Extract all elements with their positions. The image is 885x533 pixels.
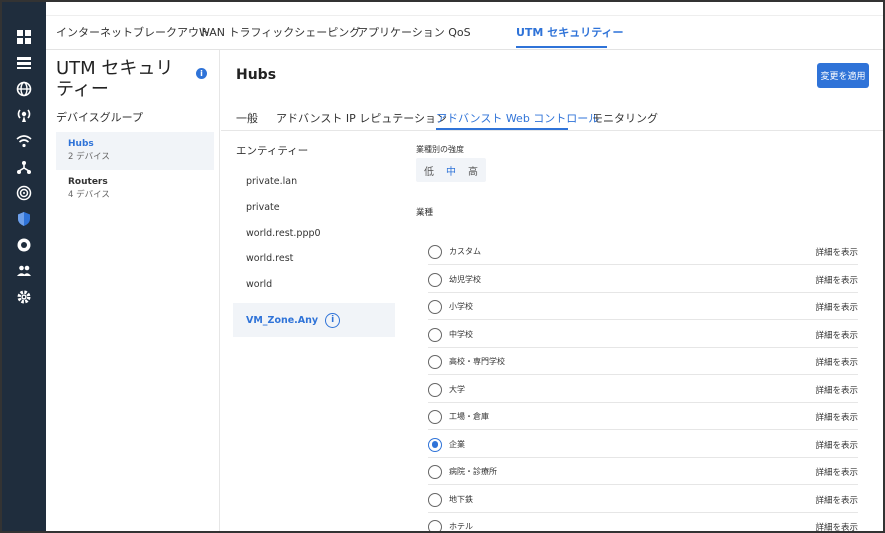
- category-row[interactable]: 幼児学校 詳細を表示: [428, 267, 858, 293]
- category-row[interactable]: 中学校 詳細を表示: [428, 322, 858, 348]
- wifi-icon[interactable]: [2, 128, 46, 154]
- group-count: 4 デバイス: [68, 190, 110, 200]
- dashboard-icon[interactable]: [2, 24, 46, 50]
- category-name: 幼児学校: [449, 274, 481, 284]
- globe-icon[interactable]: [2, 76, 46, 102]
- radio-unchecked[interactable]: [428, 382, 442, 397]
- info-icon[interactable]: i: [325, 312, 341, 328]
- show-details-link[interactable]: 詳細を表示: [815, 274, 858, 286]
- category-row[interactable]: カスタム 詳細を表示: [428, 239, 858, 265]
- entity-item[interactable]: world.rest.ppp0: [233, 221, 395, 245]
- category-row[interactable]: ホテル 詳細を表示: [428, 514, 858, 533]
- show-details-link[interactable]: 詳細を表示: [815, 439, 858, 451]
- device-group-heading: デバイスグループ: [56, 111, 144, 124]
- entity-item[interactable]: world.rest: [233, 246, 395, 270]
- entity-item[interactable]: private.lan: [233, 169, 395, 193]
- radio-checked[interactable]: [428, 437, 442, 452]
- strength-label: 業種別の強度: [416, 145, 464, 154]
- radio-unchecked[interactable]: [428, 300, 442, 314]
- category-name: 地下鉄: [449, 494, 473, 504]
- radio-unchecked[interactable]: [428, 465, 442, 479]
- category-row[interactable]: 病院・診療所 詳細を表示: [428, 459, 858, 485]
- entity-label: VM_Zone.Any: [246, 314, 319, 326]
- category-name: 企業: [449, 439, 465, 449]
- device-group-routers[interactable]: Routers 4 デバイス: [56, 170, 214, 208]
- category-name: カスタム: [449, 247, 481, 256]
- subtab-divider: [221, 130, 883, 131]
- circle-icon[interactable]: [2, 232, 46, 258]
- show-details-link[interactable]: 詳細を表示: [815, 521, 858, 533]
- active-tab-indicator: [516, 46, 607, 48]
- page-title: UTM セキュリティー: [56, 58, 174, 100]
- strength-medium[interactable]: 中: [446, 163, 456, 178]
- group-name: Routers: [68, 177, 108, 187]
- device-group-panel: UTM セキュリティー i デバイスグループ Hubs 2 デバイス Route…: [46, 50, 220, 531]
- show-details-link[interactable]: 詳細を表示: [815, 246, 858, 258]
- show-details-link[interactable]: 詳細を表示: [815, 494, 858, 506]
- category-name: 大学: [449, 384, 465, 394]
- category-row[interactable]: 高校・専門学校 詳細を表示: [428, 349, 858, 375]
- tab-application-qos[interactable]: アプリケーション QoS: [357, 24, 471, 40]
- category-row[interactable]: 小学校 詳細を表示: [428, 294, 858, 320]
- tab-utm-security[interactable]: UTM セキュリティー: [516, 24, 624, 40]
- category-name: 工場・倉庫: [449, 412, 489, 421]
- subtab-ip-reputation[interactable]: アドバンスト IP レピュテーション: [276, 110, 447, 126]
- signal-icon[interactable]: [2, 180, 46, 206]
- category-row[interactable]: 地下鉄 詳細を表示: [428, 487, 858, 513]
- radio-unchecked[interactable]: [428, 355, 442, 369]
- radio-unchecked[interactable]: [428, 492, 442, 507]
- show-details-link[interactable]: 詳細を表示: [815, 301, 858, 313]
- radio-unchecked[interactable]: [428, 327, 442, 342]
- main-content: Hubs 変更を適用 一般 アドバンスト IP レピュテーション アドバンスト …: [221, 50, 883, 533]
- shield-icon[interactable]: [2, 206, 46, 232]
- nav-rail: [2, 2, 46, 531]
- show-details-link[interactable]: 詳細を表示: [815, 384, 858, 396]
- subtab-web-control[interactable]: アドバンスト Web コントロール: [436, 110, 599, 126]
- device-group-hubs[interactable]: Hubs 2 デバイス: [56, 132, 214, 170]
- strength-low[interactable]: 低: [424, 163, 434, 178]
- strength-selector: 低 中 高: [416, 158, 486, 182]
- show-details-link[interactable]: 詳細を表示: [815, 329, 858, 341]
- group-title: Hubs: [236, 67, 277, 83]
- list-icon[interactable]: [2, 50, 46, 76]
- radio-unchecked[interactable]: [428, 245, 442, 259]
- subtab-general[interactable]: 一般: [236, 110, 258, 126]
- group-name: Hubs: [68, 139, 94, 149]
- users-icon[interactable]: [2, 258, 46, 284]
- category-row[interactable]: 大学 詳細を表示: [428, 377, 858, 403]
- info-icon[interactable]: i: [196, 68, 207, 79]
- settings-icon[interactable]: [2, 284, 46, 310]
- top-strip: [46, 2, 883, 16]
- category-name: 病院・診療所: [449, 467, 497, 476]
- radio-unchecked[interactable]: [428, 520, 442, 533]
- tab-internet-breakout[interactable]: インターネットブレークアウト: [56, 24, 210, 40]
- entity-item-selected[interactable]: VM_Zone.Any i: [233, 303, 395, 337]
- entity-item[interactable]: private: [233, 195, 395, 219]
- show-details-link[interactable]: 詳細を表示: [815, 411, 858, 423]
- category-heading: 業種: [416, 208, 434, 218]
- topology-icon[interactable]: [2, 154, 46, 180]
- radio-unchecked[interactable]: [428, 272, 442, 287]
- category-name: 高校・専門学校: [449, 357, 505, 366]
- radio-unchecked[interactable]: [428, 410, 442, 424]
- entity-item[interactable]: world: [233, 272, 395, 296]
- entity-heading: エンティティー: [236, 145, 309, 157]
- category-row[interactable]: 工場・倉庫 詳細を表示: [428, 404, 858, 430]
- category-row[interactable]: 企業 詳細を表示: [428, 432, 858, 458]
- category-name: 中学校: [449, 329, 473, 339]
- tab-wan-traffic-shaping[interactable]: WAN トラフィックシェーピング: [199, 24, 360, 40]
- show-details-link[interactable]: 詳細を表示: [815, 356, 858, 368]
- subtab-monitoring[interactable]: モニタリング: [592, 110, 658, 126]
- show-details-link[interactable]: 詳細を表示: [815, 466, 858, 478]
- category-name: ホテル: [449, 522, 473, 531]
- broadcast-icon[interactable]: [2, 102, 46, 128]
- top-tab-bar: インターネットブレークアウト WAN トラフィックシェーピング アプリケーション…: [46, 2, 883, 50]
- apply-changes-button[interactable]: 変更を適用: [817, 63, 869, 88]
- category-name: 小学校: [449, 302, 473, 311]
- strength-high[interactable]: 高: [468, 163, 478, 178]
- group-count: 2 デバイス: [68, 152, 110, 162]
